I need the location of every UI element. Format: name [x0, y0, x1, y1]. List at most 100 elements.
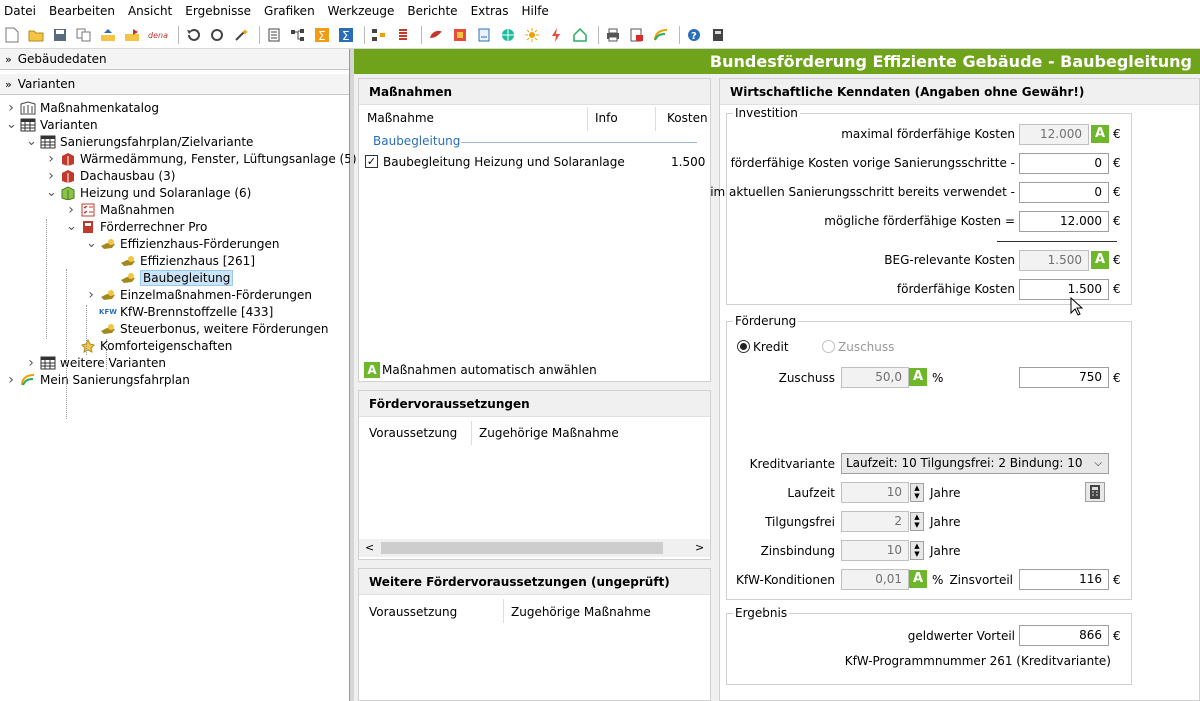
- tree-item[interactable]: ⌄ Sanierungsfahrplan/Zielvariante: [26, 133, 253, 150]
- horizontal-scrollbar[interactable]: < >: [359, 539, 710, 557]
- column-header-zugehoerige-massnahme[interactable]: Zugehörige Maßnahme: [511, 605, 651, 619]
- tree-item[interactable]: ⌄ Varianten: [6, 116, 98, 133]
- auto-select-icon[interactable]: A: [364, 362, 380, 378]
- tilgungsfrei-field[interactable]: 2: [841, 511, 909, 532]
- tree-item[interactable]: › Maßnahmen: [66, 201, 174, 218]
- menu-ergebnisse[interactable]: Ergebnisse: [185, 4, 251, 18]
- auto-select-label[interactable]: Maßnahmen automatisch anwählen: [382, 363, 597, 377]
- document-icon[interactable]: [264, 25, 284, 45]
- menu-ansicht[interactable]: Ansicht: [128, 4, 172, 18]
- collapse-icon[interactable]: ⌄: [46, 185, 57, 200]
- geldwerter-vorteil-field[interactable]: 866: [1019, 625, 1109, 646]
- globe-icon[interactable]: [498, 25, 518, 45]
- structure-icon[interactable]: [369, 25, 389, 45]
- column-header-kosten[interactable]: Kosten: [667, 111, 708, 125]
- menu-datei[interactable]: Datei: [4, 4, 36, 18]
- sum-orange-icon[interactable]: Σ: [312, 25, 332, 45]
- leaf-icon[interactable]: [426, 25, 446, 45]
- house-icon[interactable]: [570, 25, 590, 45]
- section-gebaeudedaten[interactable]: » Gebäudedaten: [0, 49, 349, 70]
- refresh-icon[interactable]: [207, 25, 227, 45]
- list-icon[interactable]: [393, 25, 413, 45]
- bereits-verwendet-field[interactable]: 0: [1019, 182, 1109, 203]
- kreditvariante-select[interactable]: Laufzeit: 10 Tilgungsfrei: 2 Bindung: 10…: [841, 453, 1109, 474]
- tree-item[interactable]: ⌄ Förderrechner Pro: [66, 218, 207, 235]
- column-header-voraussetzung[interactable]: Voraussetzung: [369, 605, 457, 619]
- foerderfaehige-kosten-field[interactable]: 1.500: [1019, 279, 1109, 300]
- auto-value-button[interactable]: A: [909, 368, 927, 386]
- menu-bearbeiten[interactable]: Bearbeiten: [49, 4, 115, 18]
- collapse-icon[interactable]: ⌄: [26, 134, 37, 149]
- tree-item[interactable]: › Einzelmaßnahmen-Förderungen: [86, 286, 312, 303]
- new-file-icon[interactable]: [2, 25, 22, 45]
- zinsvorteil-field[interactable]: 116: [1019, 569, 1109, 590]
- tree-item[interactable]: Steuerbonus, weitere Förderungen: [86, 320, 328, 337]
- scrollbar-thumb[interactable]: [381, 542, 663, 554]
- column-header-voraussetzung[interactable]: Voraussetzung: [369, 426, 457, 440]
- zuschuss-radio[interactable]: [822, 340, 835, 353]
- moegliche-foerderfaehige-kosten-field[interactable]: 12.000: [1019, 211, 1109, 232]
- menu-hilfe[interactable]: Hilfe: [522, 4, 549, 18]
- zuschuss-percent-field[interactable]: 50,0: [841, 367, 909, 388]
- auto-value-button[interactable]: A: [1091, 125, 1109, 143]
- sum-blue-icon[interactable]: Σ: [336, 25, 356, 45]
- tree-item[interactable]: ⌄ Heizung und Solaranlage (6): [46, 184, 251, 201]
- image-icon[interactable]: [450, 25, 470, 45]
- report-icon[interactable]: [474, 25, 494, 45]
- export-icon[interactable]: [122, 25, 142, 45]
- expand-icon[interactable]: ›: [66, 202, 76, 218]
- tree-item[interactable]: › weitere Varianten: [26, 354, 166, 371]
- copy-icon[interactable]: [74, 25, 94, 45]
- tree-item[interactable]: › Wärmedämmung, Fenster, Lüftungsanlage (…: [46, 150, 356, 167]
- row-checkbox[interactable]: ✓: [365, 155, 378, 168]
- zuschuss-radio-label[interactable]: Zuschuss: [838, 340, 894, 354]
- calculator-icon[interactable]: [708, 25, 728, 45]
- tree-item[interactable]: › Maßnahmenkatalog: [6, 99, 159, 116]
- expand-icon[interactable]: ›: [86, 287, 96, 303]
- help-icon[interactable]: ?: [684, 25, 704, 45]
- expand-icon[interactable]: ›: [26, 355, 36, 371]
- tree-item[interactable]: ⌄ Effizienzhaus-Förderungen: [86, 235, 280, 252]
- magic-wand-icon[interactable]: [231, 25, 251, 45]
- open-folder-icon[interactable]: [26, 25, 46, 45]
- maximal-foerderfaehige-kosten-field[interactable]: 12.000: [1019, 124, 1089, 145]
- tree-item[interactable]: › Mein Sanierungsfahrplan: [6, 371, 190, 388]
- kfw-konditionen-field[interactable]: 0,01: [841, 569, 909, 590]
- auto-value-button[interactable]: A: [909, 570, 927, 588]
- tree-item[interactable]: Effizienzhaus [261]: [106, 252, 255, 269]
- column-header-info[interactable]: Info: [595, 111, 618, 125]
- tree-item[interactable]: › Dachausbau (3): [46, 167, 175, 184]
- massnahme-row-label[interactable]: Baubegleitung Heizung und Solaranlage: [383, 155, 625, 169]
- undo-icon[interactable]: [183, 25, 203, 45]
- tree-item[interactable]: Komforteigenschaften: [66, 337, 232, 354]
- pdf-icon[interactable]: [627, 25, 647, 45]
- chart-icon[interactable]: [651, 25, 671, 45]
- menu-werkzeuge[interactable]: Werkzeuge: [328, 4, 395, 18]
- vorige-sanierungsschritte-field[interactable]: 0: [1019, 153, 1109, 174]
- collapse-icon[interactable]: ⌄: [66, 219, 77, 234]
- zuschuss-value-field[interactable]: 750: [1019, 367, 1109, 388]
- expand-icon[interactable]: ›: [46, 151, 56, 167]
- sun-icon[interactable]: [522, 25, 542, 45]
- column-header-zugehoerige-massnahme[interactable]: Zugehörige Maßnahme: [479, 426, 619, 440]
- column-header-massnahme[interactable]: Maßnahme: [367, 111, 434, 125]
- menu-grafiken[interactable]: Grafiken: [264, 4, 315, 18]
- print-icon[interactable]: [603, 25, 623, 45]
- collapse-icon[interactable]: ⌄: [6, 117, 17, 132]
- dena-icon[interactable]: dena: [146, 25, 170, 45]
- tree-item[interactable]: KFW KfW-Brennstoffzelle [433]: [86, 303, 273, 320]
- zinsbindung-stepper[interactable]: ▲ ▼: [910, 541, 924, 560]
- beg-relevante-kosten-field[interactable]: 1.500: [1019, 250, 1089, 271]
- scroll-left-icon[interactable]: <: [365, 541, 374, 554]
- scroll-right-icon[interactable]: >: [695, 541, 704, 554]
- upload-icon[interactable]: [98, 25, 118, 45]
- kredit-radio[interactable]: [737, 340, 750, 353]
- menu-extras[interactable]: Extras: [471, 4, 509, 18]
- auto-value-button[interactable]: A: [1091, 251, 1109, 269]
- panel-splitter[interactable]: [350, 49, 354, 701]
- expand-icon[interactable]: ›: [6, 372, 16, 388]
- tree-icon[interactable]: [288, 25, 308, 45]
- laufzeit-stepper[interactable]: ▲ ▼: [910, 483, 924, 502]
- expand-icon[interactable]: ›: [46, 168, 56, 184]
- laufzeit-field[interactable]: 10: [841, 482, 909, 503]
